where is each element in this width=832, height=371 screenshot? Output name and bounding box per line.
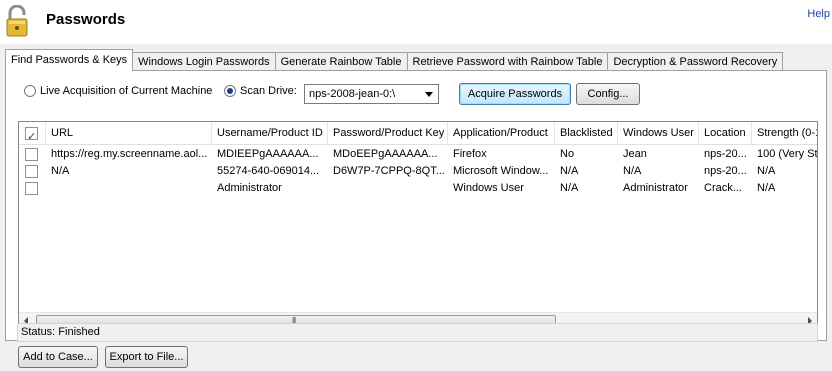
help-link[interactable]: Help (807, 8, 830, 20)
main-area: Find Passwords & Keys Windows Login Pass… (0, 44, 832, 371)
tab-find-passwords[interactable]: Find Passwords & Keys (5, 49, 134, 71)
cell-application: Windows User (453, 182, 524, 194)
export-to-file-button[interactable]: Export to File... (105, 346, 188, 368)
cell-strength: N/A (757, 182, 776, 194)
cell-password: D6W7P-7CPPQ-8QT... (333, 165, 445, 177)
scan-drive-option[interactable]: Scan Drive: (224, 85, 297, 97)
cell-windows-user: Administrator (623, 182, 688, 194)
tab-retrieve-rainbow[interactable]: Retrieve Password with Rainbow Table (406, 52, 609, 71)
drive-select[interactable]: nps-2008-jean-0:\ (304, 84, 439, 104)
cell-location: nps-20... (704, 165, 747, 177)
column-username[interactable]: Username/Product ID (212, 122, 328, 145)
cell-location: nps-20... (704, 148, 747, 160)
column-blacklisted[interactable]: Blacklisted (555, 122, 618, 145)
tab-decryption[interactable]: Decryption & Password Recovery (607, 52, 784, 71)
add-to-case-button[interactable]: Add to Case... (18, 346, 98, 368)
cell-application: Microsoft Window... (453, 165, 549, 177)
tab-windows-login[interactable]: Windows Login Passwords (132, 52, 276, 71)
column-location[interactable]: Location (699, 122, 752, 145)
column-strength[interactable]: Strength (0-1 (752, 122, 817, 145)
live-acquisition-radio[interactable] (24, 85, 36, 97)
lock-icon (6, 5, 28, 37)
cell-strength: N/A (757, 165, 776, 177)
row-checkbox[interactable] (25, 165, 38, 178)
cell-application: Firefox (453, 148, 487, 160)
select-all-checkbox[interactable] (25, 126, 38, 145)
cell-username: 55274-640-069014... (217, 165, 320, 177)
cell-url (46, 180, 212, 197)
scan-drive-label: Scan Drive: (240, 85, 297, 97)
page-title: Passwords (46, 11, 126, 28)
column-windows-user[interactable]: Windows User (618, 122, 699, 145)
chevron-down-icon (425, 92, 433, 97)
scan-drive-radio[interactable] (224, 85, 236, 97)
find-passwords-panel: Live Acquisition of Current Machine Scan… (5, 70, 827, 341)
drive-select-value: nps-2008-jean-0:\ (309, 88, 396, 100)
cell-windows-user: N/A (623, 165, 642, 177)
config-button[interactable]: Config... (576, 83, 640, 105)
cell-strength: 100 (Very St (757, 148, 818, 160)
cell-password: MDoEEPgAAAAAA... (333, 148, 438, 160)
row-checkbox[interactable] (25, 182, 38, 195)
cell-url: N/A (51, 165, 70, 177)
header-bar: Passwords Help (0, 0, 832, 44)
status-bar: Status: Finished (17, 323, 818, 342)
live-acquisition-label: Live Acquisition of Current Machine (40, 85, 213, 97)
tab-generate-rainbow[interactable]: Generate Rainbow Table (274, 52, 408, 71)
cell-blacklisted: N/A (560, 165, 579, 177)
cell-location: Crack... (704, 182, 742, 194)
cell-blacklisted: No (560, 148, 575, 160)
column-application[interactable]: Application/Product (448, 122, 555, 145)
acquire-passwords-button[interactable]: Acquire Passwords (459, 83, 571, 105)
column-url[interactable]: URL (46, 122, 212, 145)
header-select-cell (19, 122, 46, 145)
passwords-table: URL Username/Product ID Password/Product… (18, 121, 818, 329)
live-acquisition-option[interactable]: Live Acquisition of Current Machine (24, 85, 212, 97)
cell-password (328, 180, 448, 197)
column-password[interactable]: Password/Product Key (328, 122, 448, 145)
row-checkbox[interactable] (25, 148, 38, 161)
cell-windows-user: Jean (623, 148, 647, 160)
cell-blacklisted: N/A (560, 182, 579, 194)
cell-username: MDIEEPgAAAAAA... (217, 148, 319, 160)
cell-url: https://reg.my.screenname.aol... (51, 148, 208, 160)
cell-username: Administrator (217, 182, 282, 194)
table-header: URL Username/Product ID Password/Product… (19, 122, 817, 145)
tab-bar: Find Passwords & Keys Windows Login Pass… (5, 49, 784, 71)
